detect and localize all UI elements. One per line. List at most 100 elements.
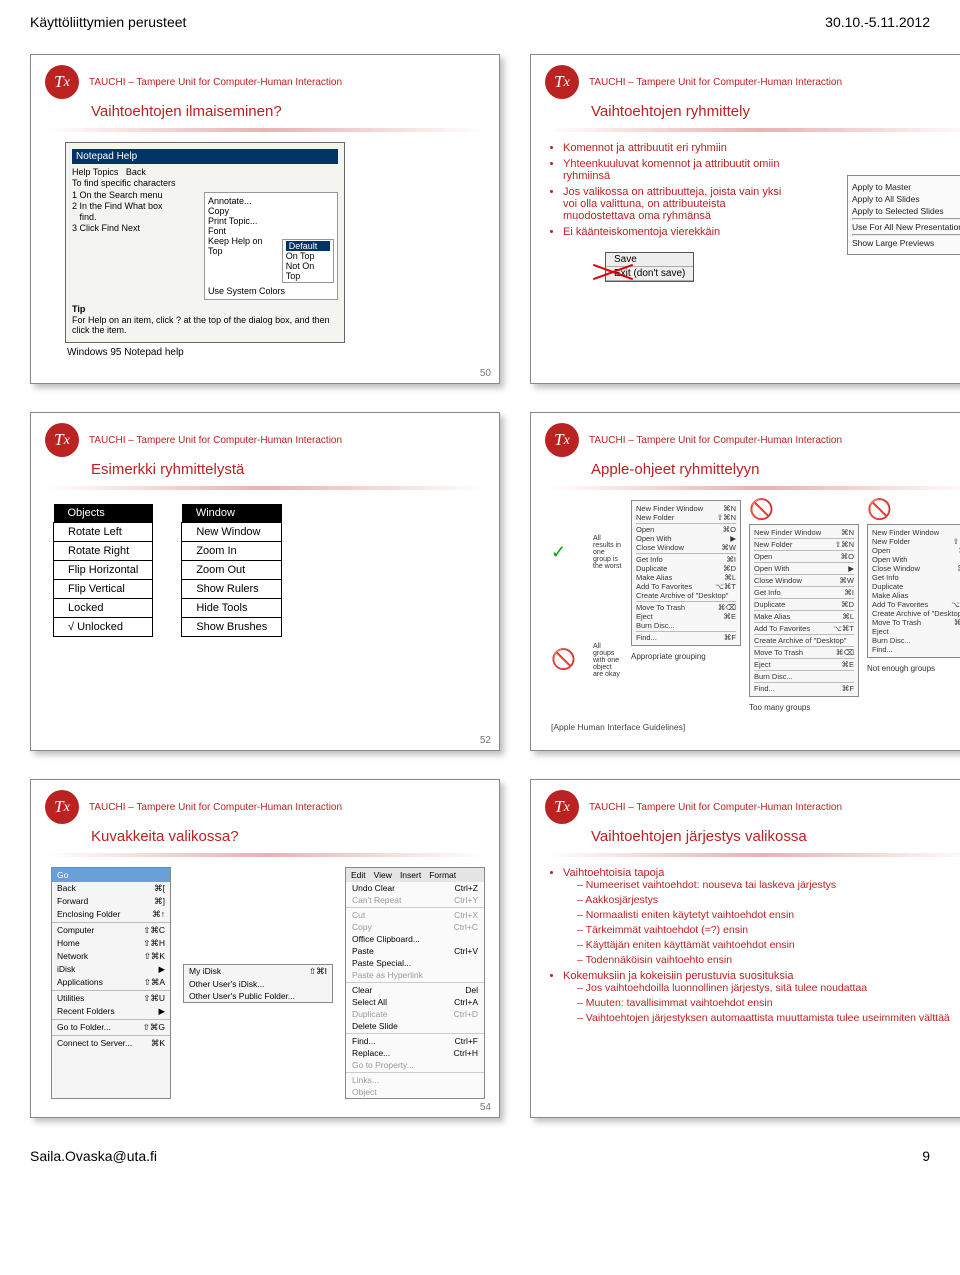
menu-row: Enclosing Folder⌘↑ — [52, 908, 170, 921]
tip-hdr: Tip — [72, 304, 85, 314]
slide-title: Vaihtoehtojen järjestys valikossa — [591, 828, 960, 845]
menu-row: Connect to Server...⌘K — [52, 1037, 170, 1050]
menu-row: New Finder Window⌘N — [872, 528, 960, 537]
menu-row: New Folder⇧⌘N — [636, 513, 736, 522]
slide-meta: TAUCHI – Tampere Unit for Computer-Human… — [89, 435, 342, 446]
apply-panel: Apply to Master Apply to All Slides Appl… — [847, 175, 960, 255]
menu-row: Home⇧⌘H — [52, 937, 170, 950]
menu-header: Go — [52, 868, 170, 882]
slide-title: Apple-ohjeet ryhmittelyyn — [591, 461, 960, 478]
page-footer: Saila.Ovaska@uta.fi 9 — [30, 1148, 930, 1164]
menu-row: Undo ClearCtrl+Z — [346, 882, 484, 894]
menu-row: Back⌘[ — [52, 882, 170, 895]
apple-examples: ✓ 🚫 All results in one group is the wors… — [551, 500, 960, 712]
bullet: Yhteenkuuluvat komennot ja attribuutit o… — [563, 158, 793, 182]
slides-grid: Tx TAUCHI – Tampere Unit for Computer-Hu… — [30, 54, 930, 1118]
divider — [45, 128, 485, 132]
slide-title: Kuvakkeita valikossa? — [91, 828, 485, 845]
menu-row: Computer⇧⌘C — [52, 924, 170, 937]
menu-row: New Finder Window⌘N — [636, 504, 736, 513]
menu-row: Other User's Public Folder... — [184, 990, 332, 1002]
slide-title: Vaihtoehtojen ryhmittely — [591, 103, 960, 120]
menu-row: Add To Favorites⌥⌘T — [754, 624, 854, 633]
bullet: Kokemuksiin ja kokeisiin perustuvia suos… — [563, 970, 794, 982]
tauchi-logo: Tx — [545, 65, 579, 99]
ctx-item: Annotate... — [208, 196, 334, 206]
table-row: Zoom In — [182, 542, 282, 561]
prohibit-icon: 🚫 — [749, 500, 859, 520]
menubar-item: Format — [429, 870, 456, 880]
menu-row: Close Window⌘W — [636, 543, 736, 552]
menu-row: New Folder⇧⌘N — [754, 540, 854, 549]
table-row: Flip Horizontal — [54, 561, 153, 580]
slide-meta: TAUCHI – Tampere Unit for Computer-Human… — [89, 77, 342, 88]
table-header: Window — [182, 504, 282, 523]
divider — [45, 853, 485, 857]
slide-54: Tx TAUCHI – Tampere Unit for Computer-Hu… — [30, 779, 500, 1118]
menu-row: Open With▶ — [754, 564, 854, 573]
panel-row: Apply to Selected Slides — [852, 206, 960, 216]
menu-row: Utilities⇧⌘U — [52, 992, 170, 1005]
menu-row: Eject⌘E — [636, 612, 736, 621]
menu-row: DuplicateCtrl+D — [346, 1008, 484, 1020]
slide-meta: TAUCHI – Tampere Unit for Computer-Human… — [589, 77, 842, 88]
table-row: Locked — [54, 599, 153, 618]
menu-row: Burn Disc... — [872, 636, 960, 645]
bullet: Vaihtoehtoisia tapoja — [563, 867, 664, 879]
table-row: New Window — [182, 523, 282, 542]
bullet: Jos valikossa on attribuutteja, joista v… — [563, 186, 793, 222]
menu-row: Create Archive of "Desktop" — [754, 636, 854, 645]
tauchi-logo: Tx — [45, 790, 79, 824]
check-icon: √ — [68, 621, 77, 633]
sub-item: Default — [286, 241, 330, 251]
ctx-item: Font — [208, 226, 334, 236]
menu-row: Links... — [346, 1074, 484, 1086]
menu-row: ClearDel — [346, 984, 484, 996]
menu-row: Move To Trash⌘⌫ — [636, 603, 736, 612]
idisk-submenu: My iDisk⇧⌘IOther User's iDisk...Other Us… — [183, 964, 333, 1003]
menu-row: PasteCtrl+V — [346, 945, 484, 957]
slide-55: Tx TAUCHI – Tampere Unit for Computer-Hu… — [530, 779, 960, 1118]
page-header: Käyttöliittymien perusteet 30.10.-5.11.2… — [30, 14, 930, 30]
course-title: Käyttöliittymien perusteet — [30, 14, 186, 30]
intro-line: To find specific characters — [72, 178, 338, 188]
caption: Windows 95 Notepad help — [67, 347, 485, 358]
menu-row: Select AllCtrl+A — [346, 996, 484, 1008]
slide-meta: TAUCHI – Tampere Unit for Computer-Human… — [89, 802, 342, 813]
objects-table: Objects Rotate Left Rotate Right Flip Ho… — [53, 504, 153, 637]
menu-row: Other User's iDisk... — [184, 978, 332, 990]
menu-row: CopyCtrl+C — [346, 921, 484, 933]
check-icon: ✓ — [551, 543, 585, 561]
table-row: Show Rulers — [182, 580, 282, 599]
table-row: Unlocked — [77, 621, 123, 633]
menubar: Edit View Insert Format — [346, 868, 484, 882]
footer-email: Saila.Ovaska@uta.fi — [30, 1148, 157, 1164]
bullet-list: Komennot ja attribuutit eri ryhmiin Yhte… — [563, 142, 793, 238]
slide-meta: TAUCHI – Tampere Unit for Computer-Human… — [589, 435, 842, 446]
menu-row: Exit (don't save) — [606, 267, 693, 281]
menu-row: Duplicate⌘D — [872, 582, 960, 591]
sub-bullet: Normaalisti eniten käytetyt vaihtoehdot … — [577, 909, 960, 921]
menu-row: iDisk▶ — [52, 963, 170, 976]
menu-row: Open⌘O — [754, 552, 854, 561]
divider — [545, 128, 960, 132]
panel-row: Apply to Master — [852, 182, 960, 192]
slide-53: Tx TAUCHI – Tampere Unit for Computer-Hu… — [530, 412, 960, 751]
back-btn: Back — [126, 167, 146, 177]
keep-label: Keep Help on Top — [208, 236, 278, 286]
panel-row: Apply to All Slides — [852, 194, 960, 204]
step: 3 Click Find Next — [72, 223, 198, 233]
example-caption: Too many groups — [749, 703, 859, 712]
sub-bullet: Tärkeimmät vaihtoehdot (=?) ensin — [577, 924, 960, 936]
ctx-item: Copy — [208, 206, 334, 216]
menu-row: Get Info⌘I — [754, 588, 854, 597]
ctx-item: Print Topic... — [208, 216, 334, 226]
menu-row: Make Alias⌘L — [754, 612, 854, 621]
menu-row: Add To Favorites⌥⌘T — [636, 582, 736, 591]
prohibit-icon: 🚫 — [867, 500, 960, 520]
sub-bullet: Todennäköisin vaihtoehto ensin — [577, 954, 960, 966]
menu-row: Recent Folders▶ — [52, 1005, 170, 1018]
window-table: Window New Window Zoom In Zoom Out Show … — [181, 504, 282, 637]
tauchi-logo: Tx — [45, 423, 79, 457]
panel-row: Show Large Previews — [852, 238, 960, 248]
